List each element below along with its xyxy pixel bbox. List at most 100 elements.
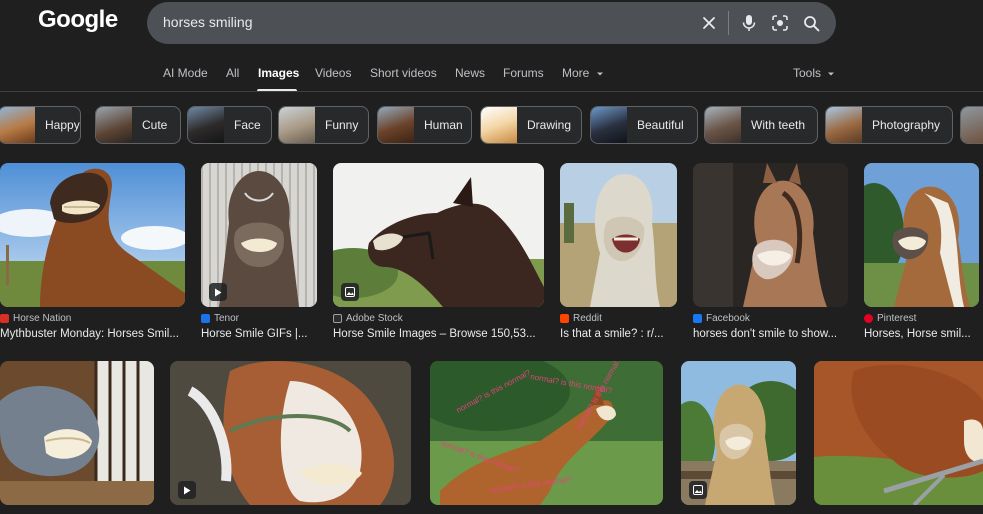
tools-label: Tools xyxy=(793,66,822,80)
chip-label: Photography xyxy=(872,118,941,132)
chip-label: Human xyxy=(424,118,463,132)
favicon-icon xyxy=(864,314,873,323)
chip-label: Drawing xyxy=(527,118,572,132)
result-thumbnail xyxy=(170,361,411,505)
image-result-6[interactable]: Pinterest Horses, Horse smil... xyxy=(864,163,979,345)
chip-thumbnail xyxy=(591,107,627,143)
image-result-3[interactable]: Adobe Stock Horse Smile Images – Browse … xyxy=(333,163,544,345)
tab-videos[interactable]: Videos xyxy=(315,66,351,80)
chip-thumbnail xyxy=(279,107,315,143)
chip-thumbnail xyxy=(705,107,741,143)
chip-thumbnail xyxy=(96,107,132,143)
source-name: Facebook xyxy=(706,313,750,324)
result-thumbnail xyxy=(814,361,983,505)
tab-short-videos[interactable]: Short videos xyxy=(370,66,437,80)
image-result-9[interactable]: normal? is this normal? normal? is this … xyxy=(430,361,663,505)
chip-cute[interactable]: Cute xyxy=(95,106,181,144)
result-thumbnail: normal? is this normal? normal? is this … xyxy=(430,361,663,505)
favicon-icon xyxy=(201,314,210,323)
search-input[interactable]: horses smiling xyxy=(163,14,252,30)
search-icon[interactable] xyxy=(801,13,821,33)
image-result-5[interactable]: Facebook horses don't smile to show... xyxy=(693,163,848,345)
result-source[interactable]: Tenor xyxy=(201,313,239,324)
chip-thumbnail xyxy=(188,107,224,143)
result-source[interactable]: Horse Nation xyxy=(0,313,71,324)
chevron-down-icon xyxy=(828,72,835,76)
tab-forums[interactable]: Forums xyxy=(503,66,544,80)
result-thumbnail xyxy=(333,163,544,307)
chip-thumbnail xyxy=(481,107,517,143)
video-play-icon xyxy=(178,481,196,499)
tab-more[interactable]: More xyxy=(562,66,604,80)
result-title[interactable]: Is that a smile? : r/... xyxy=(560,328,677,340)
result-thumbnail xyxy=(0,163,185,307)
lens-camera-icon[interactable] xyxy=(770,13,790,33)
result-thumbnail xyxy=(560,163,677,307)
chip-funny[interactable]: Funny xyxy=(278,106,369,144)
chip-with-teeth[interactable]: With teeth xyxy=(704,106,818,144)
favicon-icon xyxy=(0,314,9,323)
result-thumbnail xyxy=(693,163,848,307)
chip-label: Funny xyxy=(325,118,359,132)
chip-face[interactable]: Face xyxy=(187,106,272,144)
result-title[interactable]: horses don't smile to show... xyxy=(693,328,848,340)
image-result-4[interactable]: Reddit Is that a smile? : r/... xyxy=(560,163,677,345)
result-source[interactable]: Reddit xyxy=(560,313,602,324)
google-logo[interactable]: Google xyxy=(38,6,118,34)
tab-ai-mode[interactable]: AI Mode xyxy=(163,66,208,80)
video-play-icon xyxy=(209,283,227,301)
source-name: Reddit xyxy=(573,313,602,324)
chip-thumbnail xyxy=(378,107,414,143)
chip-label: Beautiful xyxy=(637,118,684,132)
source-name: Adobe Stock xyxy=(346,313,403,324)
chip-happy[interactable]: Happy xyxy=(0,106,81,144)
result-source[interactable]: Pinterest xyxy=(864,313,916,324)
tabs-divider xyxy=(0,91,983,92)
search-box[interactable]: horses smiling xyxy=(147,2,836,44)
result-source[interactable]: Facebook xyxy=(693,313,750,324)
chip-drawing[interactable]: Drawing xyxy=(480,106,582,144)
source-name: Pinterest xyxy=(877,313,917,324)
image-result-10[interactable] xyxy=(681,361,796,505)
chip-label: Cute xyxy=(142,118,168,132)
result-thumbnail xyxy=(864,163,979,307)
chip-beautiful[interactable]: Beautiful xyxy=(590,106,698,144)
clear-icon[interactable] xyxy=(699,13,719,33)
result-title[interactable]: Horse Smile GIFs |... xyxy=(201,328,317,340)
result-title[interactable]: Horses, Horse smil... xyxy=(864,328,979,340)
chip-thumbnail xyxy=(826,107,862,143)
chip-label: Happy xyxy=(45,118,80,132)
microphone-icon[interactable] xyxy=(739,13,759,33)
tab-more-label: More xyxy=(562,66,590,80)
image-result-7[interactable] xyxy=(0,361,154,505)
chip-label: With teeth xyxy=(751,118,806,132)
chip-human[interactable]: Human xyxy=(377,106,472,144)
tools-button[interactable]: Tools xyxy=(793,66,835,80)
search-tabs: AI Mode All Images Videos Short videos N… xyxy=(0,60,983,92)
favicon-icon xyxy=(693,314,702,323)
chip-label: Face xyxy=(234,118,261,132)
image-result-2[interactable]: Tenor Horse Smile GIFs |... xyxy=(201,163,317,345)
result-title[interactable]: Horse Smile Images – Browse 150,53... xyxy=(333,328,544,340)
image-icon xyxy=(689,481,707,499)
favicon-icon xyxy=(560,314,569,323)
chip-thumbnail xyxy=(961,107,983,143)
image-result-11[interactable] xyxy=(814,361,983,505)
tab-news[interactable]: News xyxy=(455,66,485,80)
result-thumbnail xyxy=(0,361,154,505)
source-name: Tenor xyxy=(214,313,240,324)
result-title[interactable]: Mythbuster Monday: Horses Smil... xyxy=(0,328,185,340)
result-source[interactable]: Adobe Stock xyxy=(333,313,403,324)
chip-thumbnail xyxy=(0,107,35,143)
image-result-8[interactable] xyxy=(170,361,411,505)
chip-more[interactable] xyxy=(960,106,983,144)
image-icon xyxy=(341,283,359,301)
chip-photography[interactable]: Photography xyxy=(825,106,953,144)
favicon-icon xyxy=(333,314,342,323)
tab-all[interactable]: All xyxy=(226,66,239,80)
source-name: Horse Nation xyxy=(13,313,72,324)
search-divider xyxy=(728,11,729,35)
chevron-down-icon xyxy=(596,72,603,76)
tab-images[interactable]: Images xyxy=(258,66,299,80)
image-result-1[interactable]: Horse Nation Mythbuster Monday: Horses S… xyxy=(0,163,185,345)
